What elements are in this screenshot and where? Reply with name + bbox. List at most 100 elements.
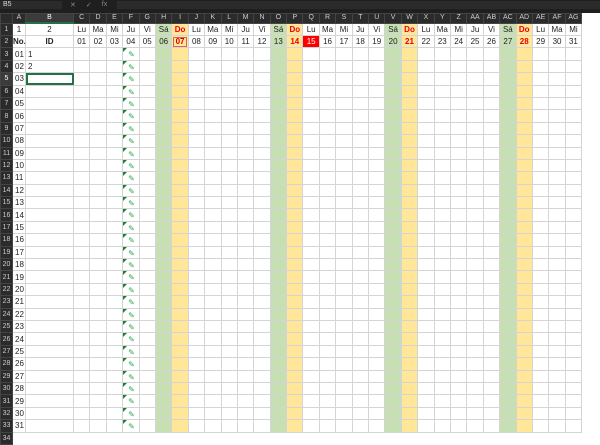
- day-entry-cell[interactable]: [204, 121, 222, 136]
- column-header-H[interactable]: H: [154, 13, 173, 24]
- weekday-cell[interactable]: Sá: [499, 22, 517, 36]
- day-entry-cell[interactable]: [466, 319, 484, 334]
- day-entry-cell[interactable]: [351, 282, 370, 297]
- cell-id[interactable]: [25, 369, 74, 383]
- day-cell[interactable]: 08: [187, 34, 206, 49]
- day-entry-cell[interactable]: [253, 171, 271, 185]
- day-entry-cell[interactable]: [351, 47, 370, 61]
- cell-id[interactable]: [25, 319, 74, 334]
- day-entry-cell[interactable]: [433, 158, 451, 173]
- cell-number[interactable]: 01: [12, 47, 26, 61]
- weekday-cell[interactable]: Lu: [72, 22, 91, 36]
- day-entry-cell[interactable]: [187, 171, 206, 185]
- day-entry-cell[interactable]: [105, 258, 124, 272]
- day-entry-cell[interactable]: [138, 245, 156, 260]
- day-entry-cell[interactable]: [384, 96, 402, 111]
- day-entry-cell[interactable]: [72, 121, 91, 136]
- day-entry-cell[interactable]: [351, 258, 370, 272]
- day-entry-cell[interactable]: [72, 282, 91, 297]
- day-entry-cell[interactable]: [433, 171, 451, 185]
- day-entry-cell[interactable]: [548, 134, 566, 148]
- day-entry-cell[interactable]: [220, 245, 238, 260]
- day-entry-cell[interactable]: [335, 270, 353, 284]
- day-entry-cell[interactable]: [154, 406, 173, 421]
- weekday-cell[interactable]: Vi: [138, 22, 156, 36]
- day-entry-cell[interactable]: [400, 96, 419, 111]
- day-cell[interactable]: 14: [286, 34, 304, 49]
- day-entry-cell[interactable]: [253, 295, 271, 309]
- day-entry-cell[interactable]: [236, 196, 255, 210]
- day-entry-cell[interactable]: [72, 59, 91, 74]
- day-entry-cell[interactable]: [269, 319, 288, 334]
- day-entry-cell[interactable]: [302, 59, 320, 74]
- day-entry-cell[interactable]: [72, 295, 91, 309]
- day-entry-cell[interactable]: [105, 84, 124, 98]
- day-entry-cell[interactable]: [449, 344, 468, 359]
- day-entry-cell[interactable]: [269, 121, 288, 136]
- day-entry-cell[interactable]: [531, 406, 550, 421]
- weekday-cell[interactable]: Sá: [154, 22, 173, 36]
- day-entry-cell[interactable]: [384, 295, 402, 309]
- day-entry-cell[interactable]: [482, 233, 501, 247]
- column-header-C[interactable]: C: [72, 13, 91, 24]
- day-cell[interactable]: 10: [220, 34, 238, 49]
- day-entry-cell[interactable]: [564, 158, 583, 173]
- day-entry-cell[interactable]: [564, 357, 583, 371]
- cell-id[interactable]: [25, 121, 74, 136]
- day-entry-cell[interactable]: [154, 134, 173, 148]
- day-entry-cell[interactable]: [335, 59, 353, 74]
- weekday-cell[interactable]: Lu: [302, 22, 320, 36]
- day-entry-cell[interactable]: [449, 394, 468, 408]
- day-entry-cell[interactable]: [449, 220, 468, 235]
- day-entry-cell[interactable]: [253, 319, 271, 334]
- day-entry-cell[interactable]: [368, 295, 386, 309]
- cell-number[interactable]: 30: [12, 406, 26, 421]
- day-entry-cell[interactable]: [368, 270, 386, 284]
- day-entry-cell[interactable]: [548, 158, 566, 173]
- day-entry-cell[interactable]: [449, 307, 468, 322]
- day-entry-cell[interactable]: [318, 245, 337, 260]
- day-entry-cell[interactable]: [318, 84, 337, 98]
- day-entry-cell[interactable]: [417, 84, 435, 98]
- day-entry-cell[interactable]: [72, 183, 91, 198]
- cell-A1[interactable]: 1: [12, 22, 26, 36]
- day-entry-cell[interactable]: [171, 406, 189, 421]
- day-entry-cell[interactable]: [204, 245, 222, 260]
- day-entry-cell[interactable]: [335, 282, 353, 297]
- day-entry-cell[interactable]: [204, 258, 222, 272]
- day-entry-cell[interactable]: [171, 394, 189, 408]
- day-entry-cell[interactable]: [335, 121, 353, 136]
- day-entry-cell[interactable]: [433, 332, 451, 346]
- day-entry-cell[interactable]: [187, 183, 206, 198]
- day-entry-cell[interactable]: [236, 307, 255, 322]
- cell-number[interactable]: 21: [12, 295, 26, 309]
- day-entry-cell[interactable]: [171, 220, 189, 235]
- day-entry-cell[interactable]: [335, 47, 353, 61]
- day-entry-cell[interactable]: [400, 295, 419, 309]
- day-entry-cell[interactable]: [368, 357, 386, 371]
- row-header-1[interactable]: 1: [0, 22, 13, 36]
- day-entry-cell[interactable]: [433, 344, 451, 359]
- day-entry-cell[interactable]: [236, 419, 255, 433]
- day-entry-cell[interactable]: [171, 344, 189, 359]
- day-entry-cell[interactable]: [286, 72, 304, 86]
- day-entry-cell[interactable]: [499, 146, 517, 160]
- weekday-cell[interactable]: Ju: [466, 22, 484, 36]
- day-entry-cell[interactable]: [417, 332, 435, 346]
- row-header-20[interactable]: 20: [0, 258, 13, 272]
- day-entry-cell[interactable]: [400, 332, 419, 346]
- day-entry-cell[interactable]: [384, 419, 402, 433]
- day-entry-cell[interactable]: [400, 109, 419, 123]
- day-entry-cell[interactable]: [433, 59, 451, 74]
- day-entry-cell[interactable]: [351, 394, 370, 408]
- day-entry-cell[interactable]: [335, 419, 353, 433]
- day-entry-cell[interactable]: [515, 406, 533, 421]
- day-entry-cell[interactable]: [253, 381, 271, 396]
- day-cell[interactable]: 21: [400, 34, 419, 49]
- day-entry-cell[interactable]: [89, 419, 107, 433]
- day-entry-cell[interactable]: [105, 344, 124, 359]
- day-entry-cell[interactable]: [89, 295, 107, 309]
- day-entry-cell[interactable]: [466, 84, 484, 98]
- cell-number[interactable]: 11: [12, 171, 26, 185]
- day-entry-cell[interactable]: [89, 59, 107, 74]
